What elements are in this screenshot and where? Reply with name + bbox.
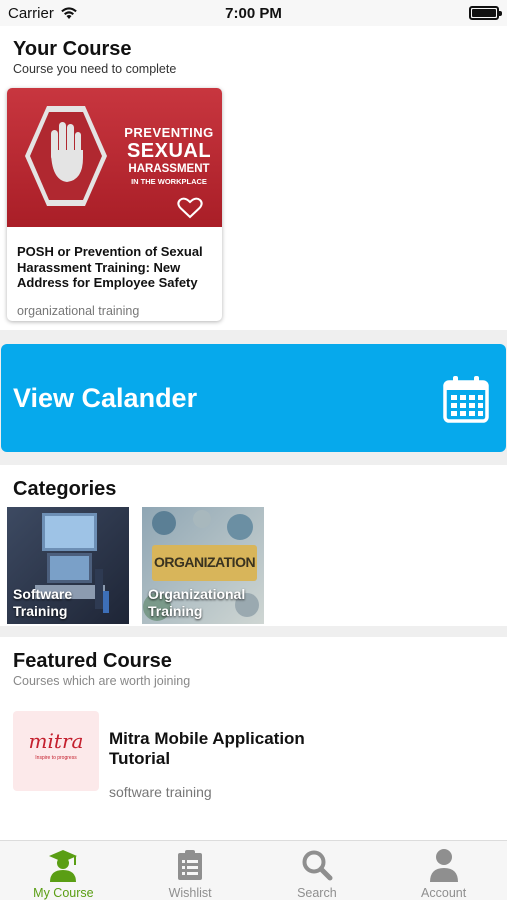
course-card-title: POSH or Prevention of Sexual Harassment … — [17, 244, 203, 290]
course-card-category: organizational training — [17, 304, 140, 318]
status-time: 7:00 PM — [225, 5, 282, 22]
search-icon — [301, 847, 333, 882]
category-tile-organizational[interactable]: ORGANIZATION Organizational Training — [142, 507, 264, 624]
featured-course-category: software training — [109, 784, 212, 800]
tab-bar: My Course Wishlist Search Account — [0, 840, 507, 900]
user-icon — [429, 847, 459, 882]
your-course-title: Your Course — [13, 38, 132, 60]
tab-my-course[interactable]: My Course — [0, 841, 127, 900]
tab-label-my-course: My Course — [33, 886, 94, 900]
graduate-icon — [47, 847, 79, 882]
calendar-icon — [443, 376, 489, 423]
course-card-image: PREVENTING SEXUAL HARASSMENT IN THE WORK… — [7, 88, 222, 227]
featured-section: Featured Course Courses which are worth … — [0, 637, 507, 840]
organization-image-text: ORGANIZATION — [154, 554, 256, 570]
tab-label-wishlist: Wishlist — [168, 886, 212, 900]
categories-title: Categories — [13, 478, 117, 500]
battery-icon — [469, 6, 502, 20]
tab-search[interactable]: Search — [254, 841, 381, 900]
featured-title: Featured Course — [13, 650, 172, 672]
course-card[interactable]: PREVENTING SEXUAL HARASSMENT IN THE WORK… — [7, 88, 222, 321]
card-image-line-4: IN THE WORKPLACE — [131, 176, 207, 186]
view-calendar-label: View Calander — [13, 382, 198, 413]
featured-course-title: Mitra Mobile Application Tutorial — [109, 729, 305, 768]
your-course-subtitle: Course you need to complete — [13, 62, 177, 76]
tab-account[interactable]: Account — [380, 841, 507, 900]
card-image-line-2: SEXUAL — [126, 140, 212, 162]
card-image-line-1: PREVENTING — [124, 125, 214, 140]
tab-label-search: Search — [297, 886, 337, 900]
tab-label-account: Account — [421, 886, 467, 900]
featured-subtitle: Courses which are worth joining — [13, 674, 191, 688]
calendar-section: View Calander — [0, 330, 507, 463]
your-course-section: Your Course Course you need to complete … — [0, 26, 507, 330]
clipboard-icon — [177, 847, 203, 882]
tab-wishlist[interactable]: Wishlist — [127, 841, 254, 900]
categories-section: Categories Software Training ORGANIZATIO… — [0, 465, 507, 626]
heart-icon[interactable] — [177, 197, 203, 219]
featured-course-item[interactable]: mitra Inspire to progress Mitra Mobile A… — [13, 707, 493, 800]
mitra-logo: mitra Inspire to progress — [28, 729, 84, 761]
card-image-line-3: HARASSMENT — [128, 163, 210, 175]
featured-course-thumbnail: mitra Inspire to progress — [13, 711, 99, 791]
view-calendar-button[interactable]: View Calander — [1, 344, 506, 452]
category-tile-software[interactable]: Software Training — [7, 507, 129, 624]
status-bar: Carrier 7:00 PM — [0, 0, 507, 26]
category-label-software: Software Training — [13, 586, 73, 619]
category-label-organizational: Organizational Training — [148, 586, 246, 619]
